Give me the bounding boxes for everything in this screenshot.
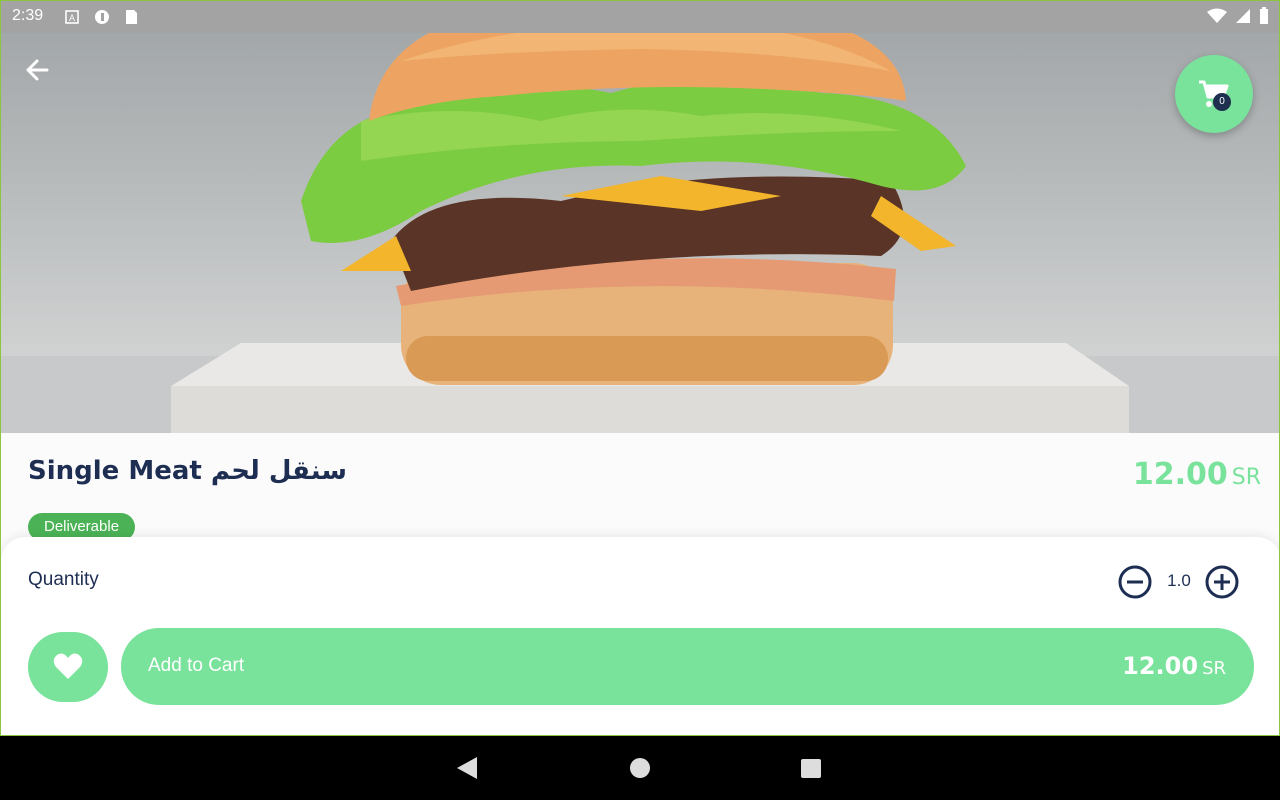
add-to-cart-button[interactable]: Add to Cart 12.00 SR [121, 628, 1254, 705]
quantity-label: Quantity [28, 569, 99, 590]
product-detail-screen: 2:39 A 0 Single Meat سنقل لحم 12.00 SR D… [0, 0, 1280, 736]
product-price-currency: SR [1231, 465, 1261, 490]
burger-photo [1, 2, 1279, 433]
plus-circle-icon [1205, 565, 1239, 599]
purchase-sheet: Quantity 1.0 Add to Cart 12.00 SR [1, 537, 1279, 735]
increase-quantity-button[interactable] [1205, 565, 1239, 599]
arrow-left-icon [26, 59, 49, 81]
back-button[interactable] [23, 55, 53, 85]
nav-back-button[interactable] [456, 756, 478, 784]
wifi-icon [1207, 8, 1227, 28]
nav-home-button[interactable] [630, 758, 650, 778]
quantity-value: 1.0 [1167, 571, 1191, 590]
add-to-cart-price: 12.00 SR [1122, 652, 1226, 680]
status-bar: 2:39 A [1, 1, 1279, 33]
cart-count-badge: 0 [1213, 93, 1231, 111]
favorite-button[interactable] [28, 632, 108, 702]
a-notification-icon: A [65, 9, 79, 24]
battery-icon [1259, 7, 1269, 29]
add-to-cart-price-value: 12.00 [1122, 652, 1199, 680]
svg-text:A: A [69, 13, 75, 23]
product-price: 12.00 SR [1133, 457, 1261, 492]
add-to-cart-price-currency: SR [1202, 658, 1226, 679]
sync-notification-icon [94, 9, 109, 24]
heart-icon [53, 653, 83, 679]
status-time: 2:39 [12, 7, 44, 24]
add-to-cart-label: Add to Cart [148, 655, 245, 676]
product-image [1, 1, 1279, 433]
triangle-back-icon [457, 757, 477, 779]
product-price-value: 12.00 [1132, 457, 1228, 492]
minus-circle-icon [1118, 565, 1152, 599]
sd-card-icon [124, 9, 138, 24]
nav-recents-button[interactable] [801, 759, 821, 778]
decrease-quantity-button[interactable] [1118, 565, 1152, 599]
signal-icon [1235, 8, 1251, 28]
cart-button[interactable]: 0 [1175, 55, 1253, 133]
product-title: Single Meat سنقل لحم [28, 456, 347, 486]
